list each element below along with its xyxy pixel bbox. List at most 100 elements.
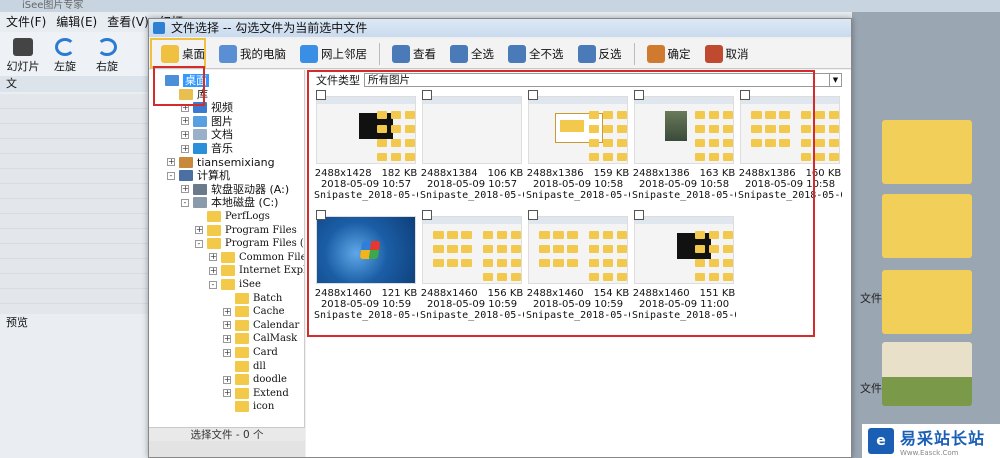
tree-node-label: doodle bbox=[253, 374, 287, 386]
tree-node-label: 音乐 bbox=[211, 142, 233, 155]
tree-node[interactable]: dll bbox=[223, 360, 266, 373]
toolbar-button-confirm[interactable]: 确定 bbox=[641, 41, 697, 67]
tree-node[interactable]: + 文档 bbox=[181, 128, 233, 141]
tree-node[interactable]: + doodle bbox=[223, 373, 287, 386]
selection-status: 选择文件 - 0 个 bbox=[149, 427, 305, 441]
tree-node[interactable]: + Common Files bbox=[209, 251, 304, 264]
network-icon bbox=[300, 44, 318, 63]
folder-icon bbox=[235, 401, 249, 413]
document-icon bbox=[193, 129, 207, 141]
expand-icon[interactable]: + bbox=[195, 226, 203, 235]
expand-icon[interactable]: + bbox=[223, 334, 231, 343]
invert-selection-icon bbox=[577, 44, 596, 63]
folder-icon bbox=[207, 238, 221, 250]
folder-icon bbox=[235, 374, 249, 386]
tree-node[interactable]: + Extend bbox=[223, 387, 289, 400]
toolbar-button-select-none[interactable]: 全不选 bbox=[502, 41, 570, 67]
toolbar-button-label: 反选 bbox=[598, 46, 622, 61]
toolbar-button-label: 全不选 bbox=[529, 46, 564, 61]
tree-node[interactable]: + 音乐 bbox=[181, 142, 233, 155]
folder-icon bbox=[235, 387, 249, 399]
tree-node-label: tiansemixiang bbox=[197, 155, 275, 169]
collapse-icon[interactable]: - bbox=[195, 239, 203, 248]
tree-node-label: Card bbox=[253, 347, 278, 358]
rotate-left-button[interactable]: 左旋 bbox=[46, 34, 84, 74]
toolbar-button-cancel[interactable]: 取消 bbox=[699, 41, 755, 67]
tree-node[interactable]: + 图片 bbox=[181, 115, 233, 128]
expand-icon[interactable]: + bbox=[181, 117, 189, 126]
rotate-left-icon bbox=[55, 38, 75, 56]
tree-node[interactable]: + 软盘驱动器 (A:) bbox=[181, 183, 289, 196]
expand-icon[interactable]: + bbox=[223, 307, 231, 316]
toolbar-button-label: 我的电脑 bbox=[240, 46, 286, 61]
folder-thumbnail[interactable] bbox=[882, 120, 972, 184]
watermark: e 易采站长站 Www.Easck.Com bbox=[862, 424, 1000, 458]
folder-icon bbox=[221, 251, 235, 263]
expand-icon[interactable]: + bbox=[209, 253, 217, 262]
tree-node[interactable]: - Program Files (x86 bbox=[195, 237, 304, 250]
tree-node-label: icon bbox=[253, 401, 275, 413]
slideshow-button[interactable]: 幻灯片 bbox=[4, 34, 42, 74]
collapse-icon[interactable]: - bbox=[209, 280, 217, 289]
tree-node-label: 计算机 bbox=[197, 169, 230, 183]
tree-node[interactable]: icon bbox=[223, 400, 274, 413]
tree-node[interactable]: + Calendar bbox=[223, 319, 299, 332]
tree-node[interactable]: + tiansemixiang bbox=[167, 156, 275, 169]
folder-thumbnail[interactable] bbox=[882, 194, 972, 258]
tree-node[interactable]: + CalMask bbox=[223, 332, 297, 345]
tree-node[interactable]: + Internet Explor bbox=[209, 264, 304, 277]
confirm-icon bbox=[646, 44, 665, 63]
left-panel-tab[interactable]: 文 bbox=[0, 76, 150, 92]
expand-icon[interactable]: + bbox=[223, 375, 231, 384]
rotate-right-button[interactable]: 右旋 bbox=[88, 34, 126, 74]
app-icon bbox=[153, 22, 165, 34]
toolbar-button-view-grid[interactable]: 查看 bbox=[386, 41, 442, 67]
tree-node[interactable]: + Cache bbox=[223, 305, 285, 318]
watermark-subtext: Www.Easck.Com bbox=[900, 449, 959, 457]
tree-node-label: Program Files bbox=[225, 224, 297, 236]
expand-icon[interactable]: + bbox=[223, 321, 231, 330]
floppy-icon bbox=[193, 183, 207, 195]
menu-view[interactable]: 查看(V) bbox=[107, 12, 149, 32]
tree-node-label: CalMask bbox=[253, 333, 298, 345]
tree-node[interactable]: - 本地磁盘 (C:) bbox=[181, 196, 278, 209]
tree-node[interactable]: - iSee bbox=[209, 278, 261, 291]
menu-file[interactable]: 文件(F) bbox=[6, 12, 46, 32]
music-icon bbox=[193, 143, 207, 154]
expand-icon[interactable]: + bbox=[181, 130, 189, 139]
disk-icon bbox=[193, 197, 207, 209]
expand-icon[interactable]: + bbox=[223, 389, 231, 398]
toolbar-button-invert-selection[interactable]: 反选 bbox=[572, 41, 628, 67]
toolbar-button-select-all[interactable]: 全选 bbox=[444, 41, 500, 67]
expand-icon[interactable]: + bbox=[181, 144, 189, 153]
expand-icon[interactable]: + bbox=[223, 348, 231, 357]
rotate-left-label: 左旋 bbox=[54, 60, 76, 73]
image-thumbnail[interactable] bbox=[882, 342, 972, 406]
menu-edit[interactable]: 编辑(E) bbox=[56, 12, 97, 32]
tree-node[interactable]: PerfLogs bbox=[195, 210, 270, 223]
tree-node[interactable]: + Card bbox=[223, 346, 278, 359]
tree-node[interactable]: Batch bbox=[223, 292, 282, 305]
folder-thumbnail[interactable] bbox=[882, 270, 972, 334]
collapse-icon[interactable]: - bbox=[167, 171, 175, 180]
view-grid-icon bbox=[392, 44, 410, 63]
tree-node[interactable]: + Program Files bbox=[195, 224, 297, 237]
toolbar-button-computer[interactable]: 我的电脑 bbox=[213, 41, 292, 67]
chevron-down-icon[interactable]: ▼ bbox=[829, 74, 841, 86]
folder-icon bbox=[221, 265, 235, 277]
dialog-toolbar: 桌面 我的电脑 网上邻居 查看 全选 全不选 反选 确定 取消 bbox=[149, 39, 851, 69]
toolbar-button-network[interactable]: 网上邻居 bbox=[294, 41, 373, 67]
collapse-icon[interactable]: - bbox=[181, 198, 189, 207]
highlight-box-red-tree bbox=[153, 66, 205, 106]
picture-icon bbox=[193, 115, 207, 127]
toolbar-separator bbox=[633, 42, 635, 65]
computer-icon bbox=[179, 170, 193, 182]
expand-icon[interactable]: + bbox=[181, 185, 189, 194]
preview-label: 预览 bbox=[6, 316, 28, 329]
expand-icon[interactable]: + bbox=[167, 158, 175, 167]
tree-node-label: Internet Explor bbox=[239, 265, 304, 277]
tree-node[interactable]: - 计算机 bbox=[167, 169, 230, 182]
expand-icon[interactable]: + bbox=[209, 266, 217, 275]
dialog-titlebar[interactable]: 文件选择 -- 勾选文件为当前选中文件 bbox=[149, 19, 851, 37]
tree-node-label: 图片 bbox=[211, 114, 233, 128]
